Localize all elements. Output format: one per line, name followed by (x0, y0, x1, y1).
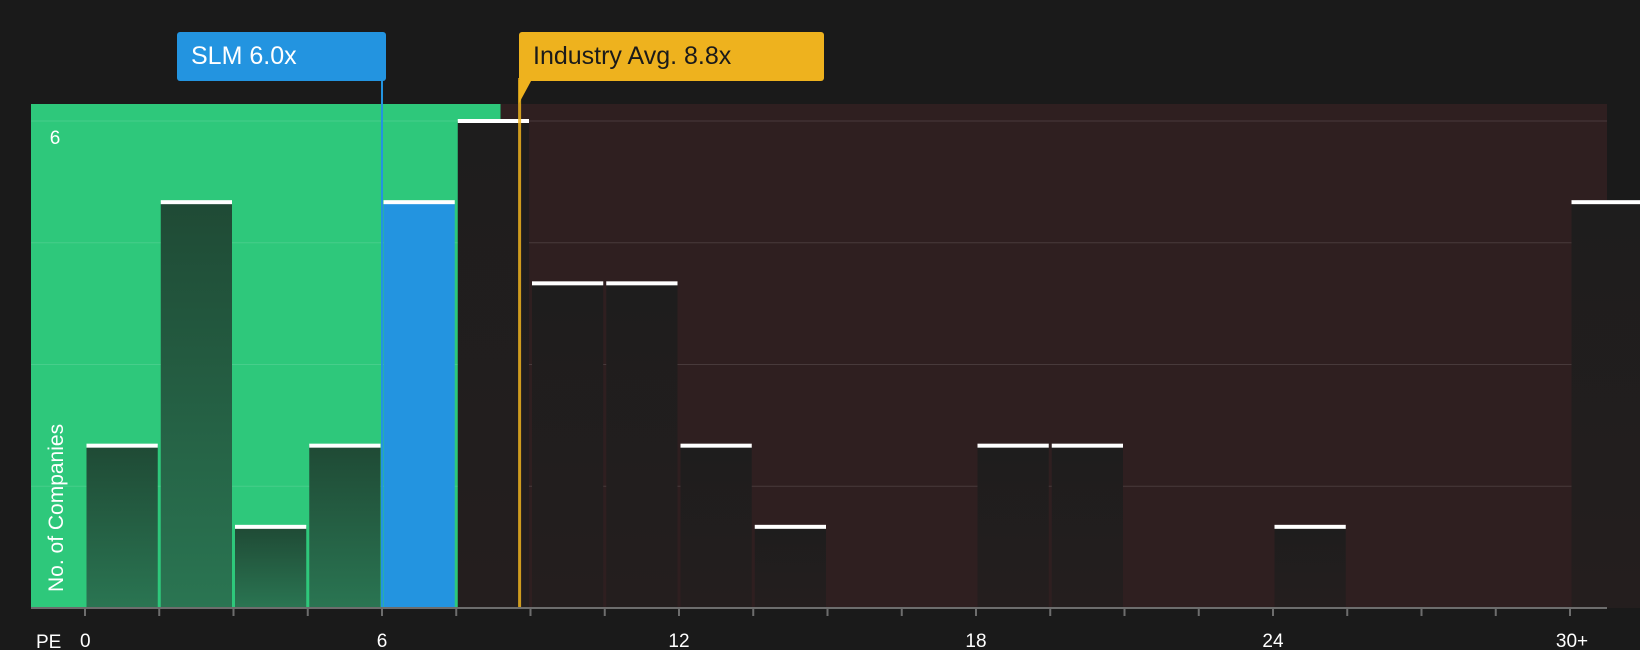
bar (680, 445, 752, 608)
company-bar (383, 202, 455, 608)
bar-cap (160, 200, 232, 205)
bar-cap (680, 443, 752, 448)
x-tick-label: 12 (668, 631, 689, 650)
bar (606, 283, 678, 608)
bar-cap (606, 281, 678, 286)
bar (532, 283, 604, 608)
bar-cap (1051, 443, 1123, 448)
x-tick-label: 6 (377, 631, 388, 650)
company-pe-callout: SLM 6.0x (177, 32, 386, 81)
bar-cap (1274, 524, 1346, 529)
pe-distribution-chart: 0 6 12 18 24 30+ 6 No. of Companies PE (31, 60, 1640, 650)
bar-cap (754, 524, 826, 529)
x-tick-label: 0 (80, 631, 91, 650)
y-tick-label: 6 (50, 128, 61, 149)
bar-cap (1571, 200, 1640, 205)
y-axis-label: No. of Companies (45, 424, 68, 592)
bar (754, 526, 826, 608)
bar (1051, 445, 1123, 608)
bar (1571, 202, 1640, 608)
x-tick-label: 24 (1262, 631, 1284, 650)
bar-cap (383, 200, 455, 205)
bar-cap (235, 524, 307, 529)
bar (977, 445, 1049, 608)
bar-cap (977, 443, 1049, 448)
bar (1274, 526, 1346, 608)
x-tick-label: 30+ (1556, 631, 1588, 650)
bar (160, 202, 232, 608)
x-axis-label: PE (36, 632, 61, 650)
bar (235, 526, 307, 608)
industry-average-callout: Industry Avg. 8.8x (519, 32, 824, 81)
x-axis: 0 6 12 18 24 30+ (31, 607, 1607, 650)
bar-cap (309, 443, 381, 448)
bar-cap (86, 443, 158, 448)
x-tick-label: 18 (965, 631, 986, 650)
bar (86, 445, 158, 608)
bar-cap (532, 281, 604, 286)
bar (309, 445, 381, 608)
